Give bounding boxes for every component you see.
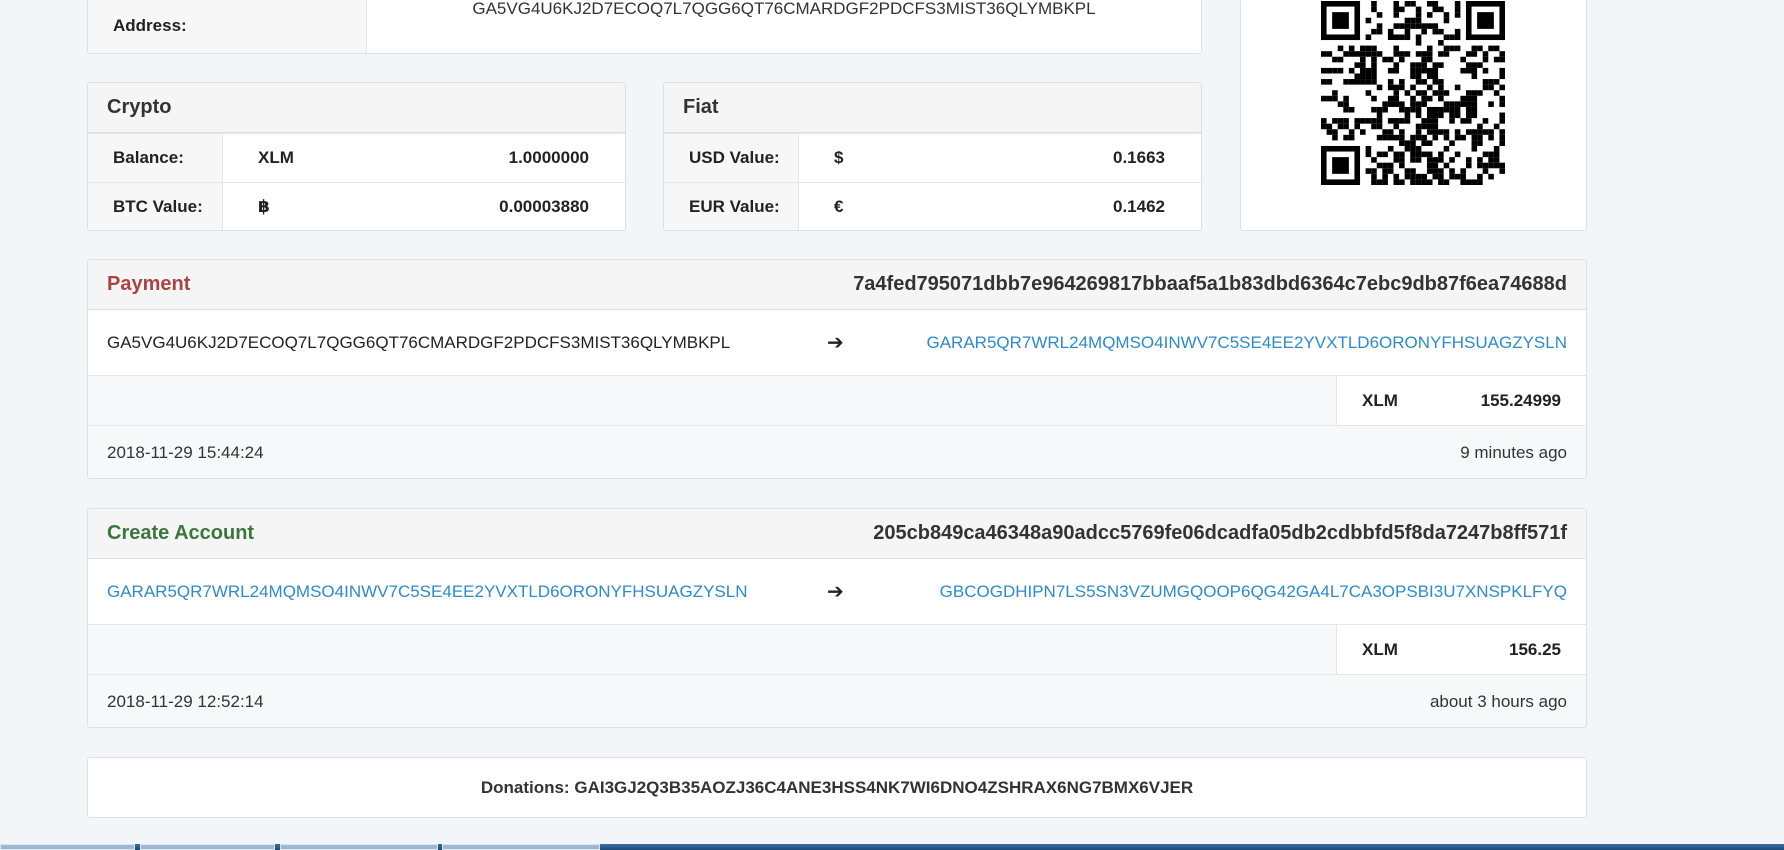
- eur-value-label: EUR Value:: [664, 183, 799, 230]
- balance-unit: XLM: [258, 148, 294, 167]
- balance-value: 1.0000000: [508, 148, 589, 167]
- fiat-title: Fiat: [664, 83, 1201, 133]
- transaction-from: GA5VG4U6KJ2D7ECOQ7L7QGG6QT76CMARDGF2PDCF…: [107, 332, 731, 352]
- btc-value-label: BTC Value:: [88, 183, 223, 230]
- transaction-amount: 155.24999: [1480, 390, 1561, 410]
- transaction-amount-row: XLM 155.24999: [88, 376, 1586, 426]
- transaction-hash[interactable]: 7a4fed795071dbb7e964269817bbaaf5a1b83dbd…: [853, 273, 1567, 296]
- transaction-date: 2018-11-29 15:44:24: [107, 442, 264, 462]
- address-value[interactable]: GA5VG4U6KJ2D7ECOQ7L7QGG6QT76CMARDGF2PDCF…: [367, 0, 1201, 53]
- eur-value: 0.1462: [1113, 197, 1165, 216]
- transaction-time-row: 2018-11-29 12:52:14 about 3 hours ago: [88, 675, 1586, 727]
- transaction-parties: GA5VG4U6KJ2D7ECOQ7L7QGG6QT76CMARDGF2PDCF…: [88, 310, 1586, 376]
- bitcoin-icon: ฿: [258, 197, 270, 216]
- eur-value-row: EUR Value: € 0.1462: [664, 182, 1201, 230]
- taskbar-button[interactable]: [280, 844, 438, 850]
- transaction-ago: 9 minutes ago: [1460, 442, 1567, 462]
- arrow-right-icon: ➔: [827, 581, 844, 603]
- transaction-to-link[interactable]: GARAR5QR7WRL24MQMSO4INWV7C5SE4EE2YVXTLD6…: [857, 333, 1567, 353]
- transaction-create-account: Create Account 205cb849ca46348a90adcc576…: [87, 508, 1587, 728]
- transaction-amount: 156.25: [1509, 639, 1561, 659]
- usd-value: 0.1663: [1113, 148, 1165, 167]
- donations-address[interactable]: GAI3GJ2Q3B35AOZJ36C4ANE3HSS4NK7WI6DNO4ZS…: [574, 778, 1193, 798]
- taskbar-button[interactable]: [442, 844, 600, 850]
- transaction-type: Create Account: [107, 522, 255, 544]
- transaction-currency: XLM: [1362, 390, 1398, 410]
- transaction-to-link[interactable]: GBCOGDHIPN7LS5SN3VZUMGQOOP6QG42GA4L7CA3O…: [857, 582, 1567, 602]
- address-panel: Address: GA5VG4U6KJ2D7ECOQ7L7QGG6QT76CMA…: [87, 0, 1202, 54]
- balance-label: Balance:: [88, 134, 223, 182]
- qr-code-image: [1321, 1, 1505, 185]
- usd-value-row: USD Value: $ 0.1663: [664, 133, 1201, 182]
- qr-code-panel: [1240, 0, 1587, 231]
- os-taskbar: [0, 844, 1784, 850]
- balance-row: Balance: XLM 1.0000000: [88, 133, 625, 182]
- transaction-amount-row: XLM 156.25: [88, 625, 1586, 675]
- transaction-currency: XLM: [1362, 639, 1398, 659]
- transaction-parties: GARAR5QR7WRL24MQMSO4INWV7C5SE4EE2YVXTLD6…: [88, 559, 1586, 625]
- dollar-icon: $: [834, 148, 844, 167]
- fiat-panel: Fiat USD Value: $ 0.1663 EUR Value: € 0.…: [663, 82, 1202, 231]
- transaction-hash[interactable]: 205cb849ca46348a90adcc5769fe06dcadfa05db…: [873, 522, 1567, 545]
- transaction-header: Create Account 205cb849ca46348a90adcc576…: [88, 509, 1586, 559]
- transaction-ago: about 3 hours ago: [1429, 691, 1567, 711]
- transaction-header: Payment 7a4fed795071dbb7e964269817bbaaf5…: [88, 260, 1586, 310]
- taskbar-button[interactable]: [140, 844, 275, 850]
- crypto-panel: Crypto Balance: XLM 1.0000000 BTC Value:…: [87, 82, 626, 231]
- taskbar-button[interactable]: [0, 844, 135, 850]
- donations-label: Donations:: [480, 777, 570, 797]
- usd-value-label: USD Value:: [664, 134, 799, 182]
- arrow-right-icon: ➔: [827, 332, 844, 354]
- transaction-payment: Payment 7a4fed795071dbb7e964269817bbaaf5…: [87, 259, 1587, 479]
- address-label: Address:: [88, 0, 367, 53]
- euro-icon: €: [834, 197, 844, 216]
- btc-value: 0.00003880: [499, 197, 589, 216]
- transaction-type: Payment: [107, 273, 191, 295]
- donations-panel: Donations: GAI3GJ2Q3B35AOZJ36C4ANE3HSS4N…: [87, 757, 1587, 818]
- transaction-date: 2018-11-29 12:52:14: [107, 691, 264, 711]
- crypto-title: Crypto: [88, 83, 625, 133]
- transaction-from-link[interactable]: GARAR5QR7WRL24MQMSO4INWV7C5SE4EE2YVXTLD6…: [107, 582, 827, 602]
- transaction-time-row: 2018-11-29 15:44:24 9 minutes ago: [88, 426, 1586, 478]
- btc-value-row: BTC Value: ฿ 0.00003880: [88, 182, 625, 230]
